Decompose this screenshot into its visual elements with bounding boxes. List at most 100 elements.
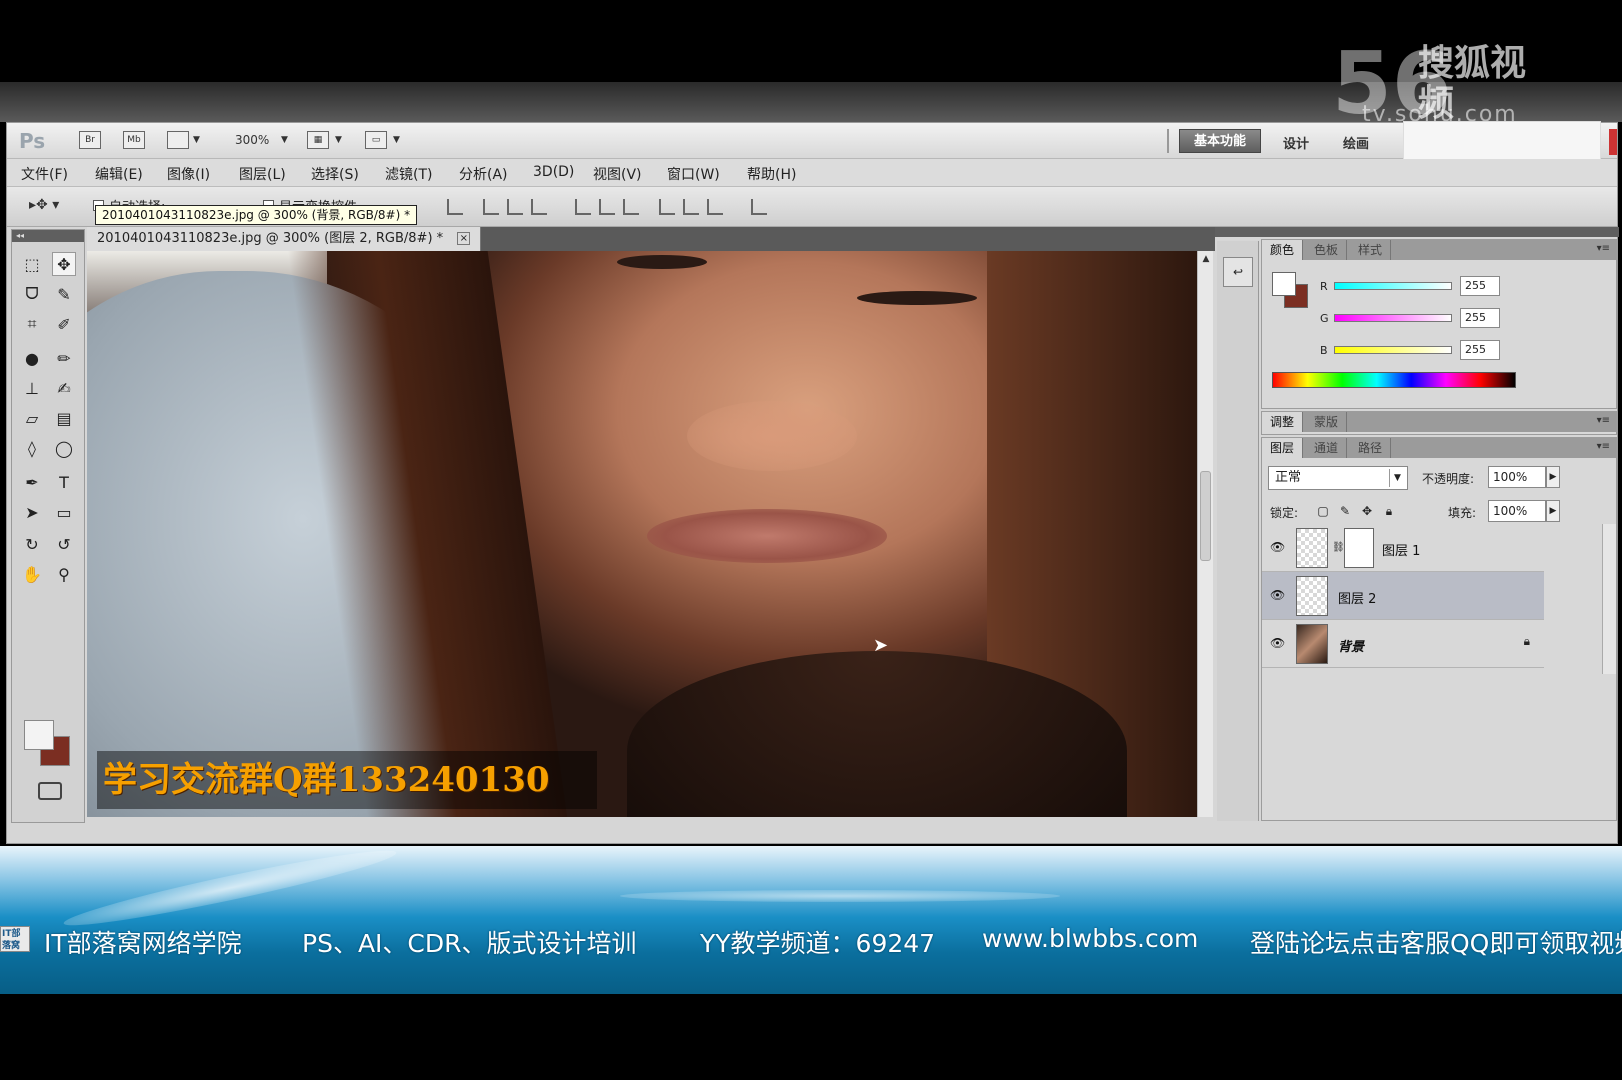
move-tool-preset-icon[interactable]: ▸✥ ▾ [29,197,59,213]
layer-row[interactable]: 👁︎ 背景 🔒︎ [1262,620,1544,668]
pen-tool-icon[interactable]: ✒ [20,470,44,494]
channel-r-input[interactable]: 255 [1460,276,1500,296]
arrange-documents-icon[interactable]: ▦ [307,131,329,149]
distribute-vcenter-icon[interactable] [599,199,615,215]
channel-b-input[interactable]: 255 [1460,340,1500,360]
document-tab[interactable]: 2010401043110823e.jpg @ 300% (图层 2, RGB/… [87,227,482,251]
quick-mask-icon[interactable] [38,782,62,800]
zoom-tool-icon[interactable]: ⚲ [52,562,76,586]
bridge-icon[interactable]: Br [79,131,101,149]
menu-layer[interactable]: 图层(L) [239,164,286,184]
fill-arrow-icon[interactable]: ▶ [1546,500,1560,522]
chevron-down-icon[interactable]: ▼ [281,135,288,145]
menu-window[interactable]: 窗口(W) [667,164,720,184]
3d-orbit-tool-icon[interactable]: ↺ [52,532,76,556]
menu-help[interactable]: 帮助(H) [747,164,796,184]
blur-tool-icon[interactable]: ◊ [20,436,44,460]
path-selection-tool-icon[interactable]: ➤ [20,500,44,524]
lasso-tool-icon[interactable]: ᗜ [20,282,44,306]
zoom-level[interactable]: 300% [235,133,269,147]
distribute-bottom-icon[interactable] [623,199,639,215]
distribute-right-icon[interactable] [707,199,723,215]
opacity-arrow-icon[interactable]: ▶ [1546,466,1560,488]
color-panel-foreground-swatch[interactable] [1272,272,1296,296]
menu-image[interactable]: 图像(I) [167,164,210,184]
distribute-hcenter-icon[interactable] [683,199,699,215]
panel-dock-header[interactable] [1215,227,1619,237]
screen-mode-icon[interactable]: ▭ [365,131,387,149]
tab-channels[interactable]: 通道 [1306,438,1348,458]
scroll-up-icon[interactable]: ▲ [1198,251,1214,267]
close-window-button[interactable] [1609,129,1617,155]
crop-tool-icon[interactable]: ⌗ [20,312,44,336]
eyedropper-tool-icon[interactable]: ✐ [52,312,76,336]
color-spectrum-ramp[interactable] [1272,372,1516,388]
tab-layers[interactable]: 图层 [1262,438,1304,458]
tab-masks[interactable]: 蒙版 [1306,412,1348,432]
hand-tool-icon[interactable]: ✋ [20,562,44,586]
tab-swatches[interactable]: 色板 [1306,240,1348,260]
channel-r-slider[interactable] [1334,282,1452,290]
history-brush-tool-icon[interactable]: ✍ [52,376,76,400]
eye-icon[interactable]: 👁︎ [1270,636,1285,650]
chevron-down-icon[interactable]: ▼ [393,135,400,145]
brush-tool-icon[interactable]: ✏ [52,346,76,370]
channel-b-slider[interactable] [1334,346,1452,354]
history-panel-icon[interactable]: ↩ [1223,257,1253,287]
menu-view[interactable]: 视图(V) [593,164,642,184]
panel-menu-icon[interactable]: ▾≡ [1597,441,1610,452]
menu-3d[interactable]: 3D(D) [533,164,574,180]
move-tool-icon[interactable]: ✥ [52,252,76,276]
dodge-tool-icon[interactable]: ◯ [52,436,76,460]
lock-position-icon[interactable]: ✥ [1360,504,1374,518]
tools-panel-header[interactable]: ◂◂ [12,230,84,242]
chevron-down-icon[interactable]: ▼ [193,135,200,145]
gradient-tool-icon[interactable]: ▤ [52,406,76,430]
clone-stamp-tool-icon[interactable]: ⊥ [20,376,44,400]
view-extras-icon[interactable] [167,131,189,149]
workspace-design-button[interactable]: 设计 [1283,133,1309,152]
chevron-down-icon[interactable]: ▼ [335,135,342,145]
close-icon[interactable]: × [457,232,471,245]
lock-all-icon[interactable]: 🔒︎ [1382,504,1396,518]
scroll-thumb[interactable] [1200,471,1211,561]
align-left-icon[interactable] [531,199,547,215]
align-vcenter-icon[interactable] [483,199,499,215]
blend-mode-select[interactable]: 正常 ▼ [1268,466,1408,490]
workspace-essentials-button[interactable]: 基本功能 [1179,129,1261,153]
menu-file[interactable]: 文件(F) [21,164,68,184]
workspace-painting-button[interactable]: 绘画 [1343,133,1369,152]
eraser-tool-icon[interactable]: ▱ [20,406,44,430]
menu-edit[interactable]: 编辑(E) [95,164,143,184]
panel-menu-icon[interactable]: ▾≡ [1597,243,1610,254]
mini-bridge-icon[interactable]: Mb [123,131,145,149]
layer-mask-thumbnail[interactable] [1344,528,1374,568]
link-icon[interactable]: ⛓︎ [1332,542,1345,553]
quick-selection-tool-icon[interactable]: ✎ [52,282,76,306]
layer-row[interactable]: 👁︎ ⛓︎ 图层 1 [1262,524,1544,572]
align-top-icon[interactable] [447,199,463,215]
eye-icon[interactable]: 👁︎ [1270,540,1285,554]
panel-menu-icon[interactable]: ▾≡ [1597,415,1610,426]
tab-paths[interactable]: 路径 [1350,438,1392,458]
opacity-input[interactable]: 100% [1488,466,1546,488]
document-canvas[interactable]: ➤ [87,251,1197,817]
marquee-tool-icon[interactable]: ⬚ [20,252,44,276]
foreground-color-swatch[interactable] [24,720,54,750]
tab-adjustments[interactable]: 调整 [1262,412,1304,432]
tab-color[interactable]: 颜色 [1262,240,1304,260]
menu-analysis[interactable]: 分析(A) [459,164,508,184]
tab-styles[interactable]: 样式 [1350,240,1392,260]
distribute-left-icon[interactable] [659,199,675,215]
auto-align-icon[interactable] [751,199,767,215]
menu-filter[interactable]: 滤镜(T) [385,164,432,184]
lock-image-icon[interactable]: ✎ [1338,504,1352,518]
channel-g-slider[interactable] [1334,314,1452,322]
menu-select[interactable]: 选择(S) [311,164,359,184]
shape-tool-icon[interactable]: ▭ [52,500,76,524]
layer-row-selected[interactable]: 👁︎ 图层 2 [1262,572,1544,620]
channel-g-input[interactable]: 255 [1460,308,1500,328]
3d-rotate-tool-icon[interactable]: ↻ [20,532,44,556]
canvas-vertical-scrollbar[interactable]: ▲ [1197,251,1213,817]
eye-icon[interactable]: 👁︎ [1270,588,1285,602]
